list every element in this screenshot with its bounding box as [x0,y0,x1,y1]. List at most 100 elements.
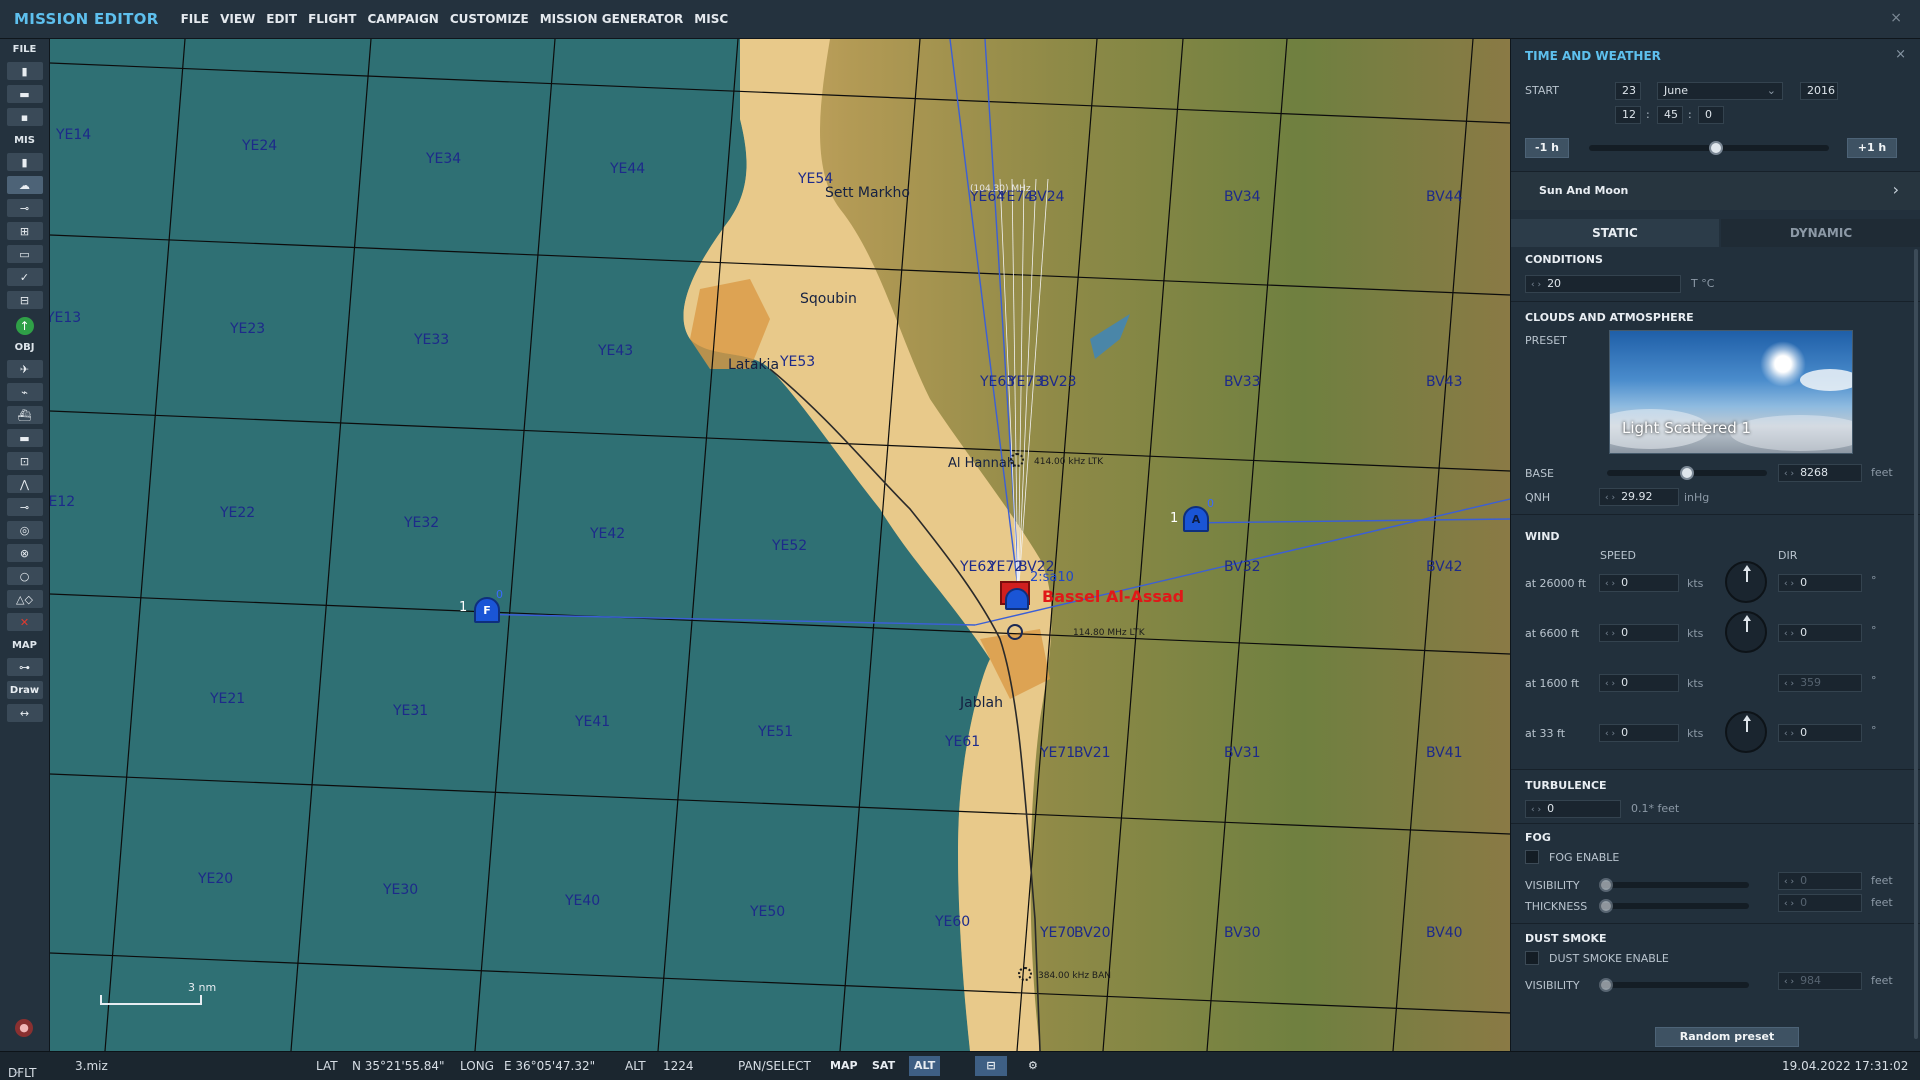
sat-mode-button[interactable]: SAT [867,1056,900,1076]
start-day-field[interactable]: 23 [1615,82,1641,100]
map-options-icon[interactable]: ⊶ [6,658,43,676]
wind-speed-6600[interactable]: ‹ › 0 [1599,624,1679,642]
temperature-unit: T °C [1691,277,1715,290]
base-field[interactable]: ‹ › 8268 [1778,464,1862,482]
tab-dynamic[interactable]: DYNAMIC [1721,219,1920,247]
menu-mission-generator[interactable]: MISSION GENERATOR [540,12,684,26]
new-mission-icon[interactable]: ▮ [6,62,43,80]
fog-thickness-thumb [1599,899,1613,913]
dust-enable-label: DUST SMOKE ENABLE [1549,952,1669,965]
wind-dir-6600[interactable]: ‹ › 0 [1778,624,1862,642]
navaid-label-ban: 384.00 kHz BAN [1038,971,1111,981]
wind-speed-1600[interactable]: ‹ › 0 [1599,674,1679,692]
menu-misc[interactable]: MISC [694,12,728,26]
wind-speed-unit: kts [1687,577,1704,590]
wind-dir-26000[interactable]: ‹ › 0 [1778,574,1862,592]
menu-view[interactable]: VIEW [220,12,255,26]
triggers-icon[interactable]: ⊞ [6,222,43,240]
zone-icon[interactable]: ⊸ [6,498,43,516]
temperature-field[interactable]: ‹ › 20 [1525,275,1681,293]
mission-editor-window: MISSION EDITOR FILE VIEW EDIT FLIGHT CAM… [0,0,1920,1080]
tab-static[interactable]: STATIC [1511,219,1719,247]
wind-dir-dial-6600[interactable] [1725,611,1767,653]
random-preset-button[interactable]: Random preset [1655,1027,1799,1047]
group-icon[interactable]: ○ [6,567,43,585]
sun-and-moon-row[interactable]: Sun And Moon › [1511,172,1920,210]
shapes-icon[interactable]: △◇ [6,590,43,608]
mission-file-name: 3.miz [75,1059,108,1073]
wind-speed-33[interactable]: ‹ › 0 [1599,724,1679,742]
wind-dir-dial-26000[interactable] [1725,561,1767,603]
menu-campaign[interactable]: CAMPAIGN [367,12,438,26]
check-icon[interactable]: ✓ [6,268,43,286]
route-icon[interactable]: ⊸ [6,199,43,217]
resources-icon[interactable]: ⊟ [6,291,43,309]
window-close-icon[interactable]: × [1890,10,1902,26]
dust-visibility-slider [1599,982,1749,988]
navaid-ltk-icon[interactable] [1007,624,1023,640]
wind-dir-dial-33[interactable] [1725,711,1767,753]
menu-file[interactable]: FILE [181,12,210,26]
sam-unit-icon[interactable] [1005,588,1029,610]
map-view[interactable]: YE14 YE24 YE34 YE44 YE54 YE64 YE74 BV24 BV34 BV44… [50,39,1510,1051]
airbase-name[interactable]: Bassel Al-Assad [1042,587,1184,606]
plus-hour-button[interactable]: +1 h [1847,138,1897,158]
save-icon[interactable]: ▪ [6,108,43,126]
ruler-icon[interactable]: ↔ [6,704,43,722]
wind-dir-1600: ‹ › 359 [1778,674,1862,692]
cloud-preset-thumbnail[interactable]: Light Scattered 1 [1609,330,1853,454]
map-layers-icon[interactable]: ⊟ [975,1056,1007,1076]
turbulence-unit: 0.1* feet [1631,802,1680,815]
static-object-icon[interactable]: ⊡ [6,452,43,470]
grid-label: BV33 [1224,374,1261,390]
settings-gear-icon[interactable]: ⚙ [1023,1056,1043,1076]
helicopter-icon[interactable]: ⌁ [6,383,43,401]
menu-flight[interactable]: FLIGHT [308,12,356,26]
grid-label: YE60 [934,914,970,930]
start-year-field[interactable]: 2016 [1800,82,1838,100]
turbulence-field[interactable]: ‹ › 0 [1525,800,1621,818]
wind-dir-unit: ° [1871,624,1877,637]
grid-label: YE30 [382,882,418,898]
menu-customize[interactable]: CUSTOMIZE [450,12,529,26]
mission-briefing-icon[interactable]: ▮ [6,153,43,171]
goals-icon[interactable]: ▭ [6,245,43,263]
fly-mission-icon[interactable]: ↑ [15,317,34,335]
navaid-ndb-icon[interactable] [1010,453,1024,467]
ship-icon[interactable]: ⛴ [6,406,43,424]
minus-hour-button[interactable]: -1 h [1525,138,1569,158]
panel-scrollbar[interactable] [1914,249,1918,1039]
weather-icon[interactable]: ☁ [6,176,43,194]
navaid-ban-icon[interactable] [1018,967,1032,981]
wind-dir-33[interactable]: ‹ › 0 [1778,724,1862,742]
ground-vehicle-icon[interactable]: ▬ [6,429,43,447]
aircraft-icon[interactable]: ✈ [6,360,43,378]
map-mode-button[interactable]: MAP [825,1056,863,1076]
map-canvas[interactable]: YE14YE24YE34YE44YE54YE64YE74BV24 BV34 BV44… [50,39,1510,1051]
base-slider-thumb[interactable] [1680,466,1694,480]
dust-enable-checkbox[interactable] [1525,951,1539,965]
open-folder-icon[interactable]: ▬ [6,85,43,103]
panel-close-icon[interactable]: × [1895,47,1906,62]
start-minute-field[interactable]: 45 [1657,106,1683,124]
grid-label: YE71 [1039,745,1075,761]
delete-icon[interactable]: ✕ [6,613,43,631]
draw-button[interactable]: Draw [6,681,43,699]
alt-mode-button[interactable]: ALT [909,1056,941,1076]
nav-point-icon[interactable]: ⊗ [6,544,43,562]
menu-edit[interactable]: EDIT [266,12,297,26]
template-icon[interactable]: ⋀ [6,475,43,493]
start-second-field[interactable]: 0 [1698,106,1724,124]
start-hour-field[interactable]: 12 [1615,106,1641,124]
time-slider-thumb[interactable] [1709,141,1724,155]
qnh-field[interactable]: ‹ › 29.92 [1599,488,1679,506]
awacs-unit[interactable]: A [1183,506,1209,532]
target-zone-icon[interactable]: ◎ [6,521,43,539]
awacs-unit-index: 0 [1207,497,1214,510]
record-icon[interactable]: ● [15,1019,33,1037]
status-bar: DFLT ⌄ 3.miz LAT N 35°21'55.84" LONG E 3… [0,1051,1920,1080]
start-month-select[interactable]: June ⌄ [1657,82,1783,100]
wind-speed-26000[interactable]: ‹ › 0 [1599,574,1679,592]
dust-visibility-unit: feet [1871,974,1893,987]
fog-enable-checkbox[interactable] [1525,850,1539,864]
